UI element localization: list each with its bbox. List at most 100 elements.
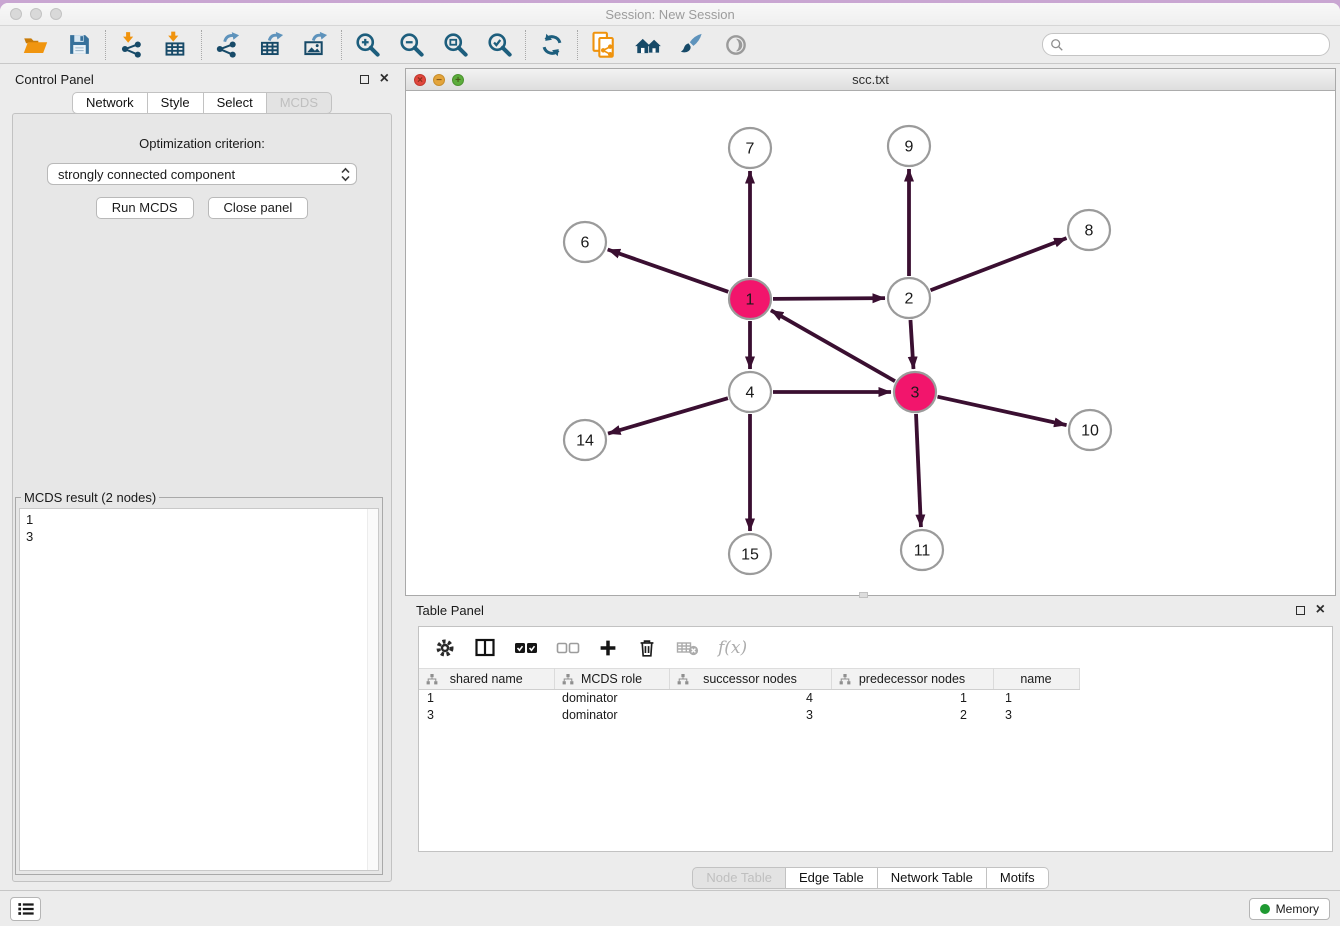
- graph-node[interactable]: 1: [729, 279, 771, 319]
- status-bar: Memory: [0, 890, 1340, 926]
- main-toolbar: [0, 26, 1340, 64]
- column-header[interactable]: shared name: [419, 669, 554, 690]
- export-network-icon: [214, 31, 241, 58]
- show-hide-button[interactable]: [721, 30, 750, 59]
- unselect-all-columns-button[interactable]: [556, 641, 580, 655]
- graph-node[interactable]: 11: [901, 530, 943, 570]
- show-column-panel-button[interactable]: [474, 637, 496, 659]
- clone-network-button[interactable]: [589, 30, 618, 59]
- export-image-button[interactable]: [301, 30, 330, 59]
- tab-network[interactable]: Network: [72, 92, 148, 114]
- graph-edge[interactable]: [608, 250, 729, 292]
- graph-node[interactable]: 8: [1068, 210, 1110, 250]
- hierarchy-icon: [677, 674, 689, 685]
- table-cell[interactable]: 1: [993, 690, 1079, 707]
- open-session-button[interactable]: [21, 30, 50, 59]
- zoom-out-button[interactable]: [397, 30, 426, 59]
- style-button[interactable]: [677, 30, 706, 59]
- import-table-button[interactable]: [161, 30, 190, 59]
- tab-mcds[interactable]: MCDS: [267, 92, 332, 114]
- table-settings-button[interactable]: [434, 637, 456, 659]
- close-table-panel-icon[interactable]: ×: [1316, 605, 1325, 615]
- column-header[interactable]: predecessor nodes: [831, 669, 993, 690]
- zoom-fit-button[interactable]: [441, 30, 470, 59]
- column-header[interactable]: name: [993, 669, 1079, 690]
- close-panel-icon[interactable]: ×: [380, 74, 389, 84]
- graph-node[interactable]: 15: [729, 534, 771, 574]
- delete-table-button[interactable]: [676, 639, 700, 657]
- graph-edge[interactable]: [773, 298, 885, 299]
- zoom-fit-icon: [442, 31, 469, 58]
- graph-edge[interactable]: [910, 320, 913, 369]
- tab-select[interactable]: Select: [204, 92, 267, 114]
- graph-edge[interactable]: [937, 397, 1066, 425]
- checked-boxes-icon: [514, 641, 538, 655]
- table-cell[interactable]: 3: [669, 707, 831, 724]
- tab-node-table[interactable]: Node Table: [692, 867, 786, 889]
- graph-edge[interactable]: [771, 310, 895, 381]
- table-cell[interactable]: 1: [419, 690, 554, 707]
- mcds-result-text[interactable]: 1 3: [19, 508, 379, 871]
- memory-button[interactable]: Memory: [1249, 898, 1330, 920]
- table-cell[interactable]: 4: [669, 690, 831, 707]
- run-mcds-button[interactable]: Run MCDS: [96, 197, 194, 219]
- houses-icon: [634, 31, 662, 59]
- export-image-icon: [302, 31, 329, 58]
- table-cell[interactable]: dominator: [554, 707, 669, 724]
- graph-edge[interactable]: [916, 414, 921, 527]
- graph-node[interactable]: 10: [1069, 410, 1111, 450]
- splitter-handle[interactable]: [859, 592, 868, 598]
- table-cell[interactable]: 3: [419, 707, 554, 724]
- search-input[interactable]: [1068, 37, 1322, 52]
- graph-edge[interactable]: [931, 238, 1067, 290]
- export-network-button[interactable]: [213, 30, 242, 59]
- tab-network-table[interactable]: Network Table: [878, 867, 987, 889]
- network-canvas[interactable]: 7 9 6 8 1 2 4 3 14 10 15 11: [406, 91, 1335, 595]
- table-cell[interactable]: 1: [831, 690, 993, 707]
- result-scrollbar[interactable]: [367, 509, 378, 870]
- search-field[interactable]: [1042, 33, 1330, 56]
- graph-node[interactable]: 14: [564, 420, 606, 460]
- export-table-icon: [258, 31, 285, 58]
- show-panels-button[interactable]: [10, 897, 41, 921]
- column-header[interactable]: successor nodes: [669, 669, 831, 690]
- memory-status-icon: [1260, 904, 1270, 914]
- graph-node[interactable]: 6: [564, 222, 606, 262]
- zoom-out-icon: [398, 31, 425, 58]
- graph-node[interactable]: 7: [729, 128, 771, 168]
- zoom-selected-button[interactable]: [485, 30, 514, 59]
- graph-edge[interactable]: [608, 398, 728, 433]
- function-builder-button[interactable]: f(x): [718, 638, 747, 658]
- float-table-panel-icon[interactable]: [1296, 606, 1305, 615]
- delete-column-button[interactable]: [636, 637, 658, 659]
- tab-style[interactable]: Style: [148, 92, 204, 114]
- import-network-button[interactable]: [117, 30, 146, 59]
- create-column-button[interactable]: [598, 638, 618, 658]
- close-panel-button[interactable]: Close panel: [208, 197, 309, 219]
- table-row[interactable]: 1dominator411: [419, 690, 1079, 707]
- table-cell[interactable]: 3: [993, 707, 1079, 724]
- refresh-button[interactable]: [537, 30, 566, 59]
- graph-node[interactable]: 3: [894, 372, 936, 412]
- export-table-button[interactable]: [257, 30, 286, 59]
- zoom-in-button[interactable]: [353, 30, 382, 59]
- tab-edge-table[interactable]: Edge Table: [786, 867, 878, 889]
- save-session-button[interactable]: [65, 30, 94, 59]
- table-cell[interactable]: dominator: [554, 690, 669, 707]
- graph-node[interactable]: 9: [888, 126, 930, 166]
- table-tabs: Node Table Edge Table Network Table Moti…: [405, 867, 1336, 889]
- refresh-icon: [539, 32, 565, 58]
- column-header[interactable]: MCDS role: [554, 669, 669, 690]
- first-neighbors-button[interactable]: [633, 30, 662, 59]
- table-row[interactable]: 3dominator323: [419, 707, 1079, 724]
- graph-node[interactable]: 4: [729, 372, 771, 412]
- graph-node[interactable]: 2: [888, 278, 930, 318]
- select-all-columns-button[interactable]: [514, 641, 538, 655]
- zoom-in-icon: [354, 31, 381, 58]
- memory-label: Memory: [1276, 902, 1319, 916]
- network-window-titlebar[interactable]: × − + scc.txt: [406, 69, 1335, 91]
- tab-motifs[interactable]: Motifs: [987, 867, 1049, 889]
- float-panel-icon[interactable]: [360, 75, 369, 84]
- table-cell[interactable]: 2: [831, 707, 993, 724]
- optimization-criterion-dropdown[interactable]: strongly connected component: [47, 163, 357, 185]
